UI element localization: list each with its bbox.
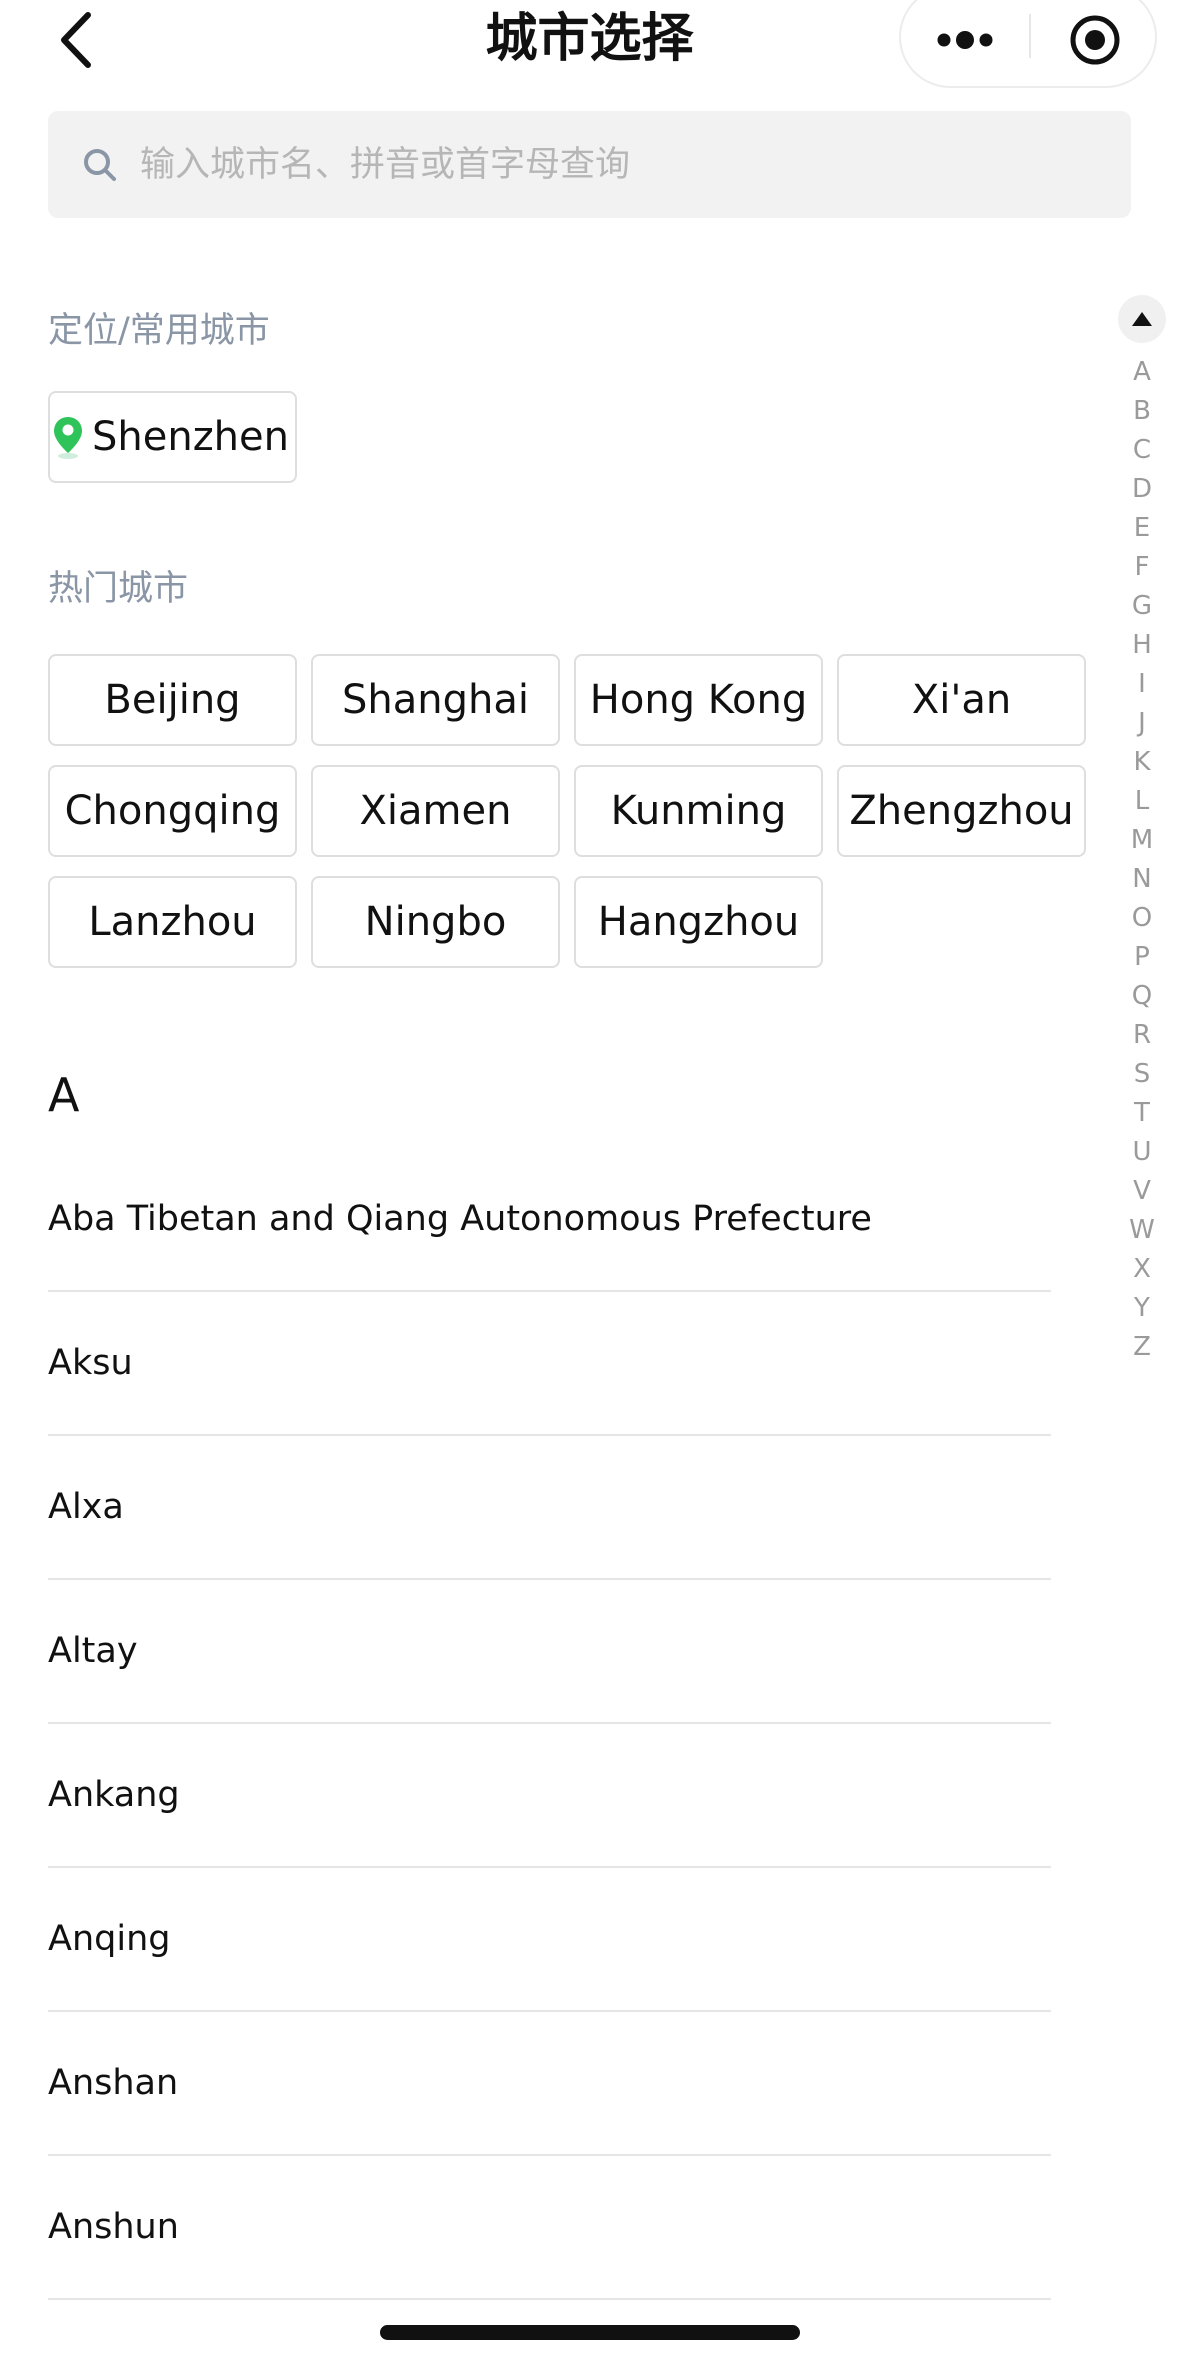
- city-name: Aba Tibetan and Qiang Autonomous Prefect…: [48, 1199, 872, 1239]
- index-letter-z[interactable]: Z: [1118, 1328, 1166, 1367]
- city-list-item[interactable]: Aksu: [48, 1292, 1051, 1436]
- more-dots-icon: [937, 31, 993, 49]
- location-section-label: 定位/常用城市: [48, 311, 270, 351]
- city-name: Aksu: [48, 1343, 133, 1383]
- index-letter-d[interactable]: D: [1118, 470, 1166, 509]
- current-city-label: Shenzhen: [91, 414, 289, 460]
- index-letter-m[interactable]: M: [1118, 821, 1166, 860]
- search-bar[interactable]: [48, 111, 1131, 218]
- city-name: Ankang: [48, 1775, 180, 1815]
- close-mini-program-button[interactable]: [1031, 2, 1159, 78]
- index-letter-t[interactable]: T: [1118, 1094, 1166, 1133]
- city-name: Altay: [48, 1631, 138, 1671]
- city-name: Anshan: [48, 2063, 179, 2103]
- city-list-item[interactable]: Alxa: [48, 1436, 1051, 1580]
- index-letter-i[interactable]: I: [1118, 665, 1166, 704]
- index-letter-n[interactable]: N: [1118, 860, 1166, 899]
- index-letter-r[interactable]: R: [1118, 1016, 1166, 1055]
- index-letter-h[interactable]: H: [1118, 626, 1166, 665]
- index-letter-q[interactable]: Q: [1118, 977, 1166, 1016]
- index-letter-y[interactable]: Y: [1118, 1289, 1166, 1328]
- hot-city-chip[interactable]: Xi'an: [837, 654, 1086, 746]
- city-list-item[interactable]: Altay: [48, 1580, 1051, 1724]
- index-letter-o[interactable]: O: [1118, 899, 1166, 938]
- city-select-page: 城市选择 输入城市名、拼音或首字母查询 定位/常用城市 Shenzhen 热门城…: [0, 0, 1179, 2353]
- index-letter-u[interactable]: U: [1118, 1133, 1166, 1172]
- index-letter-e[interactable]: E: [1118, 509, 1166, 548]
- hot-city-chip[interactable]: Lanzhou: [48, 876, 297, 968]
- city-list-item[interactable]: Aba Tibetan and Qiang Autonomous Prefect…: [48, 1148, 1051, 1292]
- letter-section-heading: A: [48, 1068, 80, 1122]
- index-letter-c[interactable]: C: [1118, 431, 1166, 470]
- hot-cities-section-label: 热门城市: [48, 569, 189, 609]
- city-list: Aba Tibetan and Qiang Autonomous Prefect…: [48, 1148, 1051, 2300]
- hot-city-chip[interactable]: Kunming: [574, 765, 823, 857]
- hot-city-chip[interactable]: Shanghai: [311, 654, 560, 746]
- index-letter-p[interactable]: P: [1118, 938, 1166, 977]
- hot-city-chip[interactable]: Hangzhou: [574, 876, 823, 968]
- hot-city-chip[interactable]: Ningbo: [311, 876, 560, 968]
- index-letter-b[interactable]: B: [1118, 392, 1166, 431]
- location-pin-icon: [52, 415, 84, 459]
- index-letter-x[interactable]: X: [1118, 1250, 1166, 1289]
- index-letter-j[interactable]: J: [1118, 704, 1166, 743]
- hot-city-chip[interactable]: Chongqing: [48, 765, 297, 857]
- mini-program-capsule: [899, 0, 1157, 88]
- more-button[interactable]: [901, 2, 1029, 78]
- city-list-item[interactable]: Anqing: [48, 1868, 1051, 2012]
- top-bar: 城市选择: [0, 0, 1179, 92]
- triangle-up-icon: [1132, 312, 1152, 326]
- city-list-item[interactable]: Ankang: [48, 1724, 1051, 1868]
- hot-city-chip[interactable]: Zhengzhou: [837, 765, 1086, 857]
- search-input[interactable]: [122, 111, 1131, 218]
- hot-city-chip[interactable]: Beijing: [48, 654, 297, 746]
- search-icon: [82, 145, 122, 185]
- alphabet-index-bar: A B C D E F G H I J K L M N O P Q R S T …: [1118, 295, 1166, 1367]
- index-letter-l[interactable]: L: [1118, 782, 1166, 821]
- current-city-chip[interactable]: Shenzhen: [48, 391, 297, 483]
- index-letter-s[interactable]: S: [1118, 1055, 1166, 1094]
- index-letter-v[interactable]: V: [1118, 1172, 1166, 1211]
- city-list-item[interactable]: Anshan: [48, 2012, 1051, 2156]
- city-name: Anqing: [48, 1919, 171, 1959]
- index-letter-f[interactable]: F: [1118, 548, 1166, 587]
- home-indicator: [380, 2325, 800, 2340]
- hot-city-chip[interactable]: Hong Kong: [574, 654, 823, 746]
- hot-city-chip[interactable]: Xiamen: [311, 765, 560, 857]
- index-letter-g[interactable]: G: [1118, 587, 1166, 626]
- index-letter-w[interactable]: W: [1118, 1211, 1166, 1250]
- index-letter-a[interactable]: A: [1118, 353, 1166, 392]
- city-name: Alxa: [48, 1487, 124, 1527]
- index-letter-k[interactable]: K: [1118, 743, 1166, 782]
- city-name: Anshun: [48, 2207, 179, 2247]
- city-list-item[interactable]: Anshun: [48, 2156, 1051, 2300]
- target-close-icon: [1070, 15, 1120, 65]
- scroll-to-top-button[interactable]: [1118, 295, 1166, 343]
